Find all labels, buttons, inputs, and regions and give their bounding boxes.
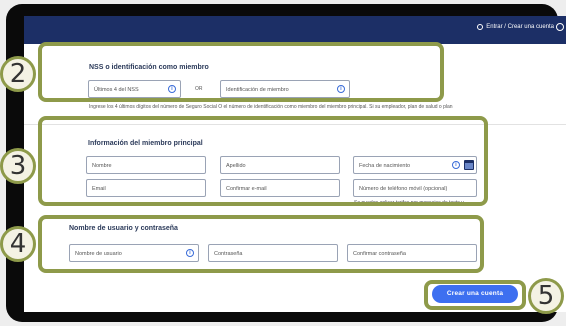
step-badge-3: 3 <box>0 148 36 184</box>
nss-help-text: Ingrese los 4 últimos dígitos del número… <box>89 104 453 110</box>
step-badge-4: 4 <box>0 226 36 262</box>
globe-icon[interactable] <box>556 23 564 31</box>
user-icon <box>477 24 484 30</box>
highlight-box-nss <box>38 42 444 102</box>
step-badge-5: 5 <box>528 278 564 314</box>
step-badge-2: 2 <box>0 56 36 92</box>
signin-link[interactable]: Entrar / Crear una cuenta <box>477 24 554 30</box>
highlight-box-member-info <box>38 116 488 206</box>
signin-label: Entrar / Crear una cuenta <box>486 24 554 30</box>
highlight-box-credentials <box>38 215 484 273</box>
create-account-button[interactable]: Crear una cuenta <box>432 285 518 303</box>
top-bar: Entrar / Crear una cuenta <box>24 16 566 44</box>
